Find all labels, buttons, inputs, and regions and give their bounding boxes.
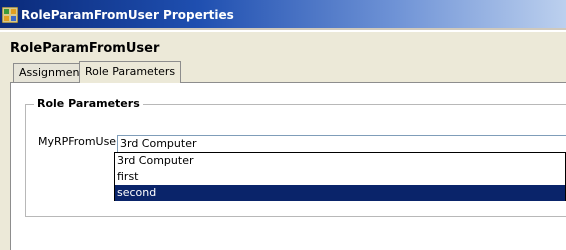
properties-panel: RoleParamFromUser Assignment Role Parame… [0,32,566,250]
role-parameter-combo[interactable]: 3rd Computer [117,135,566,153]
bpel-node-icon [2,7,18,23]
combo-selected-value: 3rd Computer [120,137,197,150]
dropdown-option-highlighted[interactable]: second [115,185,565,201]
view-heading: RoleParamFromUser [10,41,160,56]
dropdown-option[interactable]: 3rd Computer [115,153,565,169]
title-bar: RoleParamFromUser Properties [0,0,566,30]
tab-role-parameters[interactable]: Role Parameters [79,61,182,83]
section-heading: Role Parameters [34,97,143,110]
dropdown-list: 3rd Computer first second [114,152,566,201]
window-title: RoleParamFromUser Properties [21,8,234,22]
dropdown-option[interactable]: first [115,169,565,185]
field-label: MyRPFromUser: [38,135,125,148]
